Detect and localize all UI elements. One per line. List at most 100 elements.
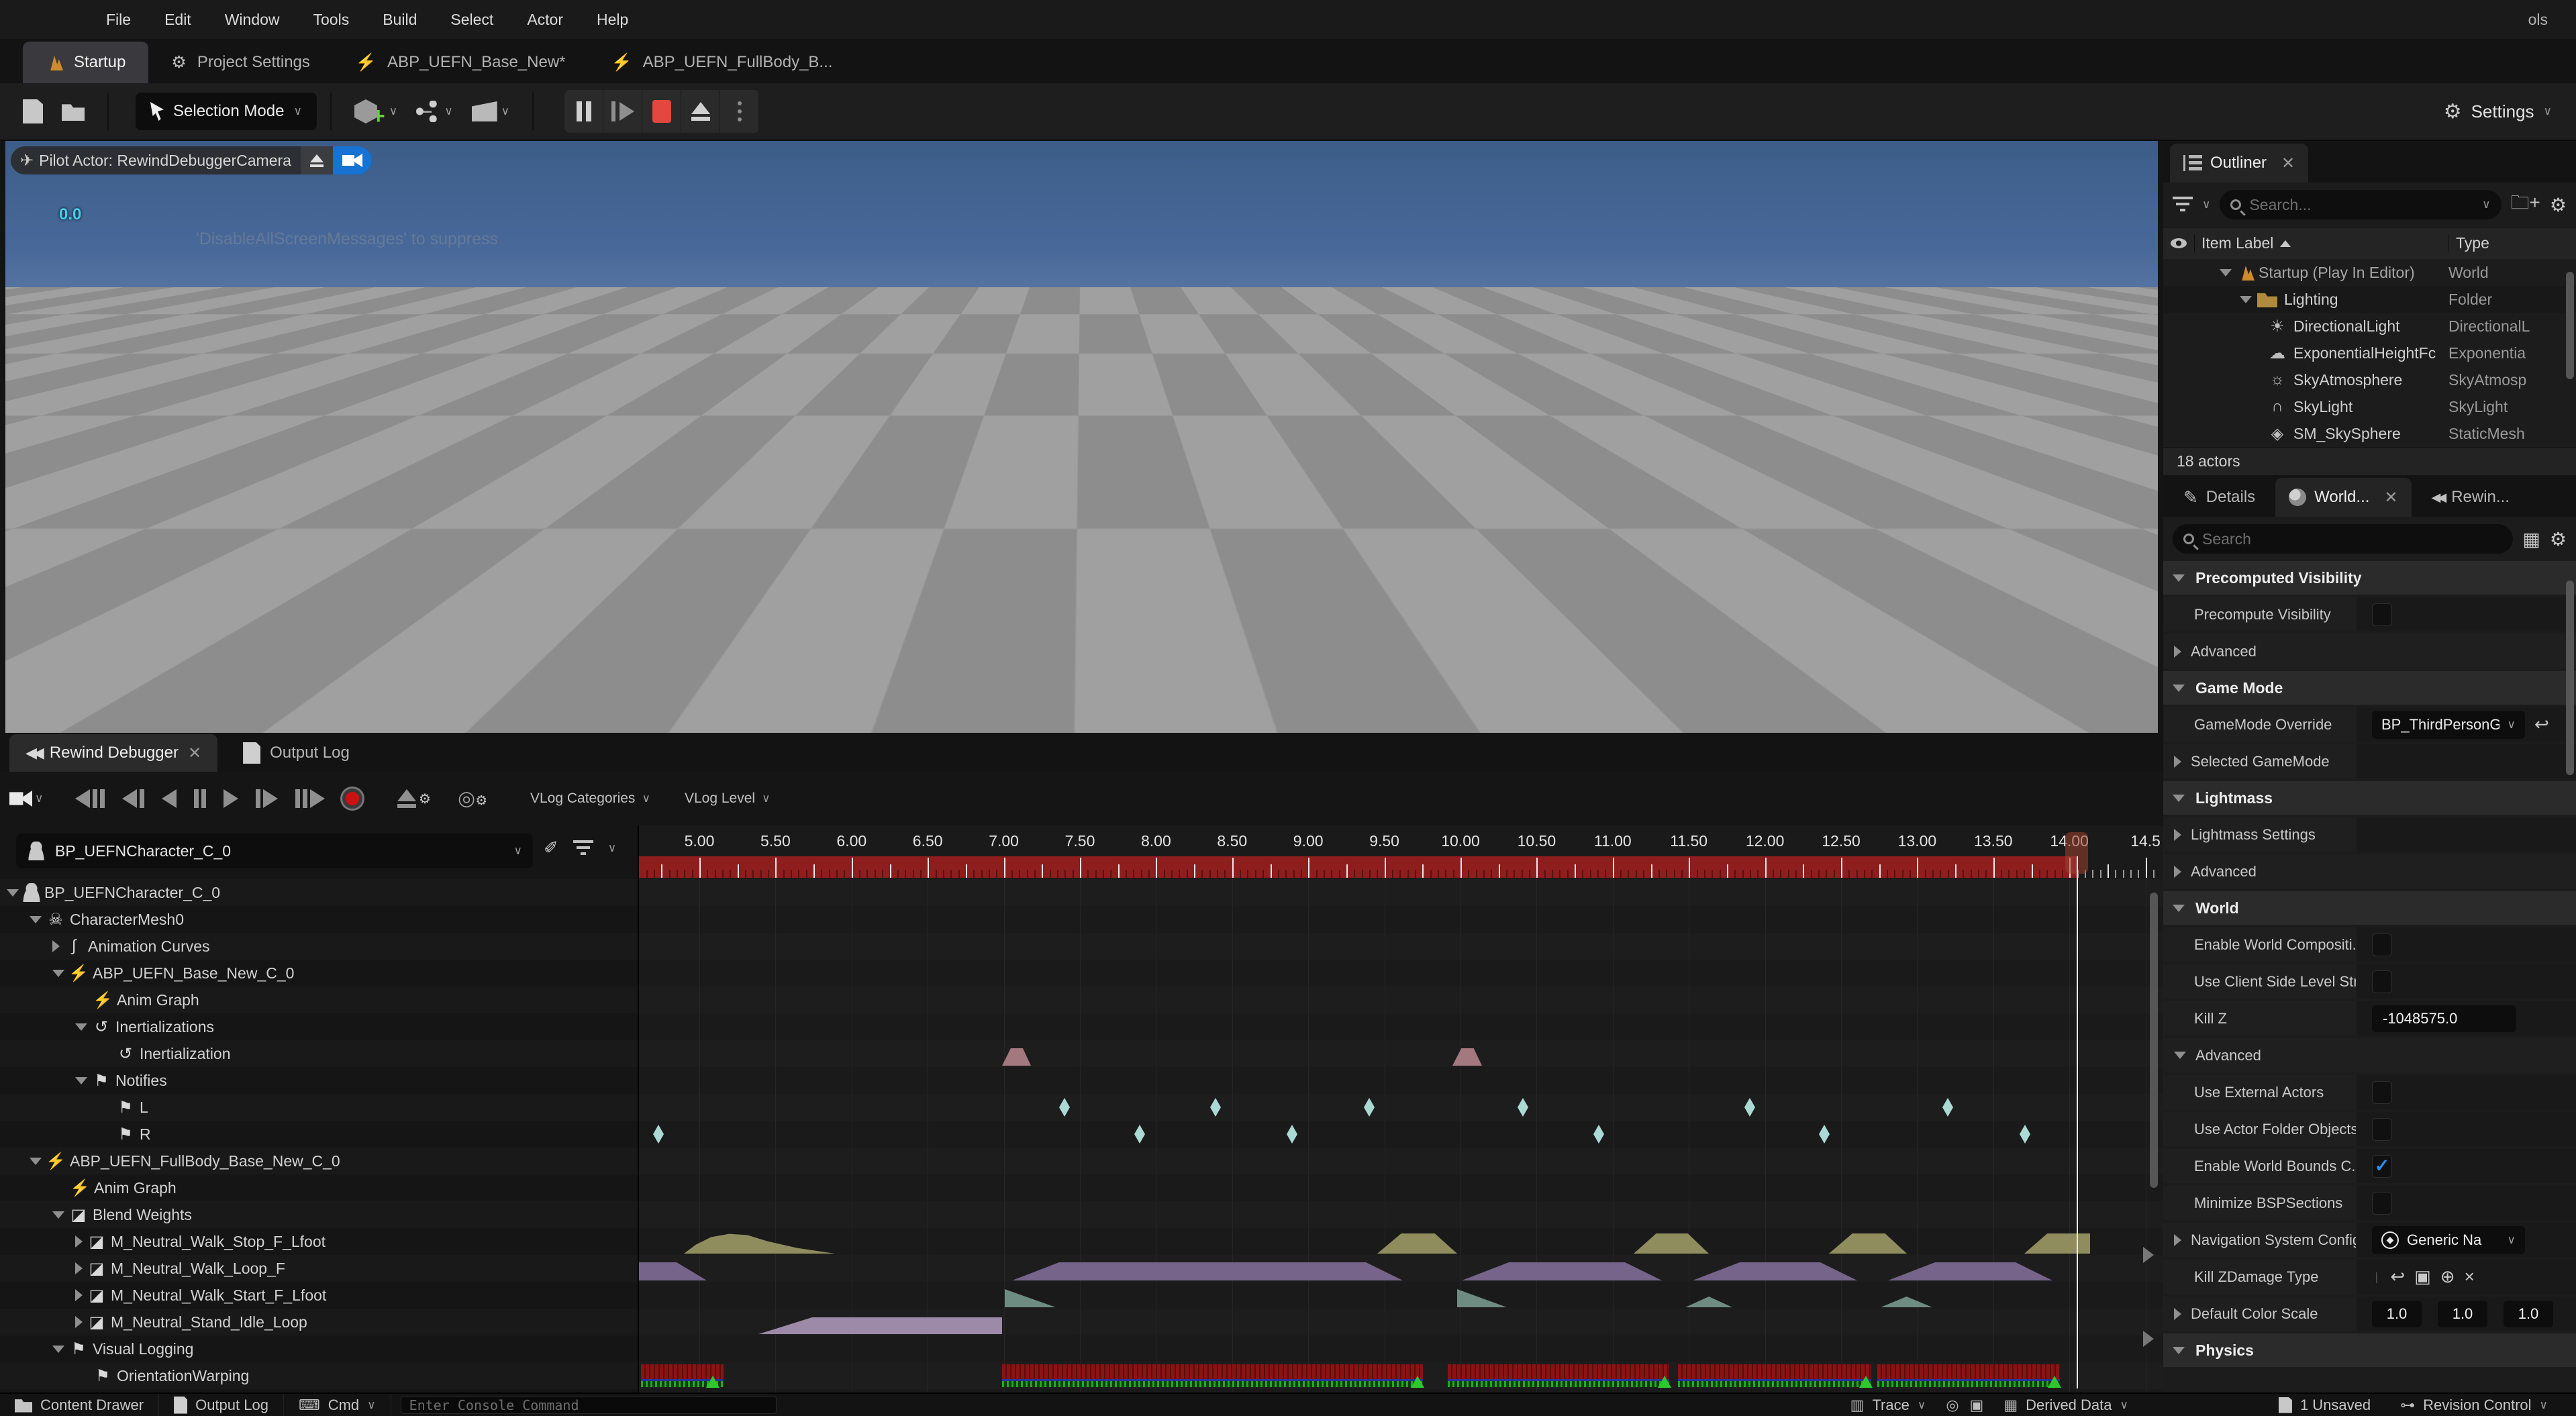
section-lightmass[interactable]: Lightmass: [2163, 781, 2576, 815]
playhead-line[interactable]: [2077, 856, 2078, 1388]
console-command-box[interactable]: [401, 1396, 777, 1414]
tree-row-m-neutral-stand-idle-loop[interactable]: ◪M_Neutral_Stand_Idle_Loop: [0, 1309, 638, 1335]
derived-data-dropdown[interactable]: ▦ Derived Data∨: [1989, 1394, 2143, 1416]
save-button[interactable]: [23, 99, 43, 123]
tab-output-log[interactable]: Output Log: [227, 734, 366, 772]
details-settings-icon[interactable]: ⚙: [2550, 528, 2567, 550]
step-back-button[interactable]: [122, 789, 144, 808]
row-use-client-side-level-str-[interactable]: Use Client Side Level Str...: [2163, 964, 2576, 999]
settings-dropdown[interactable]: ⚙ Settings ∨: [2444, 100, 2552, 123]
tree-row-r[interactable]: ⚑R: [0, 1121, 638, 1148]
camera-view-toggle[interactable]: [333, 146, 372, 174]
color-scale-value-1[interactable]: 1.0: [2438, 1301, 2487, 1327]
tab-world[interactable]: World...✕: [2275, 478, 2411, 517]
outliner-settings-icon[interactable]: ⚙: [2550, 194, 2567, 216]
unsaved-button[interactable]: 1 Unsaved: [2264, 1394, 2385, 1416]
expander-down-icon[interactable]: [2174, 1052, 2186, 1059]
console-command-input[interactable]: [409, 1397, 768, 1413]
tree-row-abp-uefn-base-new-c-0[interactable]: ⚡ABP_UEFN_Base_New_C_0: [0, 960, 638, 987]
color-scale-value-2[interactable]: 1.0: [2504, 1301, 2553, 1327]
filter-icon[interactable]: [2173, 197, 2193, 213]
expander-right-icon[interactable]: [2174, 1308, 2181, 1320]
row-kill-zdamage-type[interactable]: Kill ZDamage Type❘↩▣⊕×: [2163, 1260, 2576, 1294]
pause-button[interactable]: [194, 789, 206, 808]
expander-right-icon[interactable]: [2174, 646, 2181, 658]
tree-row-bp-uefncharacter-c-0[interactable]: BP_UEFNCharacter_C_0: [0, 879, 638, 906]
tree-row-blend-weights[interactable]: ◪Blend Weights: [0, 1201, 638, 1228]
menu-item-window[interactable]: Window: [211, 7, 293, 33]
value-dropdown[interactable]: BP_ThirdPersonGa∨: [2372, 711, 2525, 739]
insights-icon[interactable]: ◎: [1940, 1394, 1964, 1416]
expander-down-icon[interactable]: [75, 1077, 87, 1084]
value-input[interactable]: -1048575.0: [2372, 1005, 2516, 1032]
blueprints-button[interactable]: ∨: [416, 101, 452, 122]
track-expand-arrow[interactable]: [2143, 1331, 2154, 1347]
close-icon[interactable]: ✕: [2384, 488, 2397, 507]
color-scale-value-0[interactable]: 1.0: [2372, 1301, 2422, 1327]
track-expand-arrow[interactable]: [2143, 1247, 2154, 1263]
expander-down-icon[interactable]: [2220, 269, 2232, 276]
skip-to-end-button[interactable]: [295, 789, 325, 808]
expander-down-icon[interactable]: [7, 889, 19, 897]
clear-icon[interactable]: ×: [2465, 1266, 2475, 1287]
walk-loop-weights-shape[interactable]: [1012, 1262, 1403, 1280]
row-advanced[interactable]: Advanced: [2163, 1038, 2576, 1072]
expander-right-icon[interactable]: [2174, 1234, 2181, 1246]
row-advanced[interactable]: Advanced: [2163, 634, 2576, 668]
tab-rewind-debugger[interactable]: ◀◀ Rewind Debugger ✕: [9, 734, 217, 772]
tree-row-animation-curves[interactable]: ∫Animation Curves: [0, 933, 638, 960]
rewind-timeline[interactable]: 5.005.506.006.507.007.508.008.509.009.50…: [639, 825, 2163, 1393]
menu-item-file[interactable]: File: [93, 7, 144, 33]
target-settings-icon[interactable]: ◎⚙: [458, 787, 487, 811]
checkbox-checked[interactable]: [2372, 1155, 2392, 1178]
row-enable-world-compositi-[interactable]: Enable World Compositi...: [2163, 927, 2576, 962]
checkbox[interactable]: [2372, 1192, 2392, 1215]
row-gamemode-override[interactable]: GameMode OverrideBP_ThirdPersonGa∨↩: [2163, 707, 2576, 742]
editor-tab-abp-uefn-fullbody-b-[interactable]: ⚡ABP_UEFN_FullBody_B...: [589, 42, 856, 83]
expander-down-icon[interactable]: [2173, 1347, 2185, 1354]
skip-to-start-button[interactable]: [75, 789, 105, 808]
expander-right-icon[interactable]: [2174, 866, 2181, 878]
add-icon[interactable]: ⊕: [2440, 1266, 2455, 1287]
menu-item-edit[interactable]: Edit: [151, 7, 205, 33]
cinematics-button[interactable]: ∨: [472, 101, 509, 121]
outliner-row[interactable]: ☁ExponentialHeightFcExponentia: [2163, 340, 2576, 366]
orientation-warping-vlog-segment[interactable]: [1678, 1364, 1871, 1387]
tree-row-charactermesh0[interactable]: ☠CharacterMesh0: [0, 906, 638, 933]
section-game-mode[interactable]: Game Mode: [2163, 671, 2576, 705]
editor-tab-startup[interactable]: Startup: [23, 42, 148, 83]
screenshot-icon[interactable]: ▣: [1965, 1394, 1989, 1416]
outliner-search[interactable]: ∨: [2220, 190, 2501, 219]
checkbox[interactable]: [2372, 1081, 2392, 1104]
row-lightmass-settings[interactable]: Lightmass Settings: [2163, 817, 2576, 852]
expander-down-icon[interactable]: [52, 1346, 64, 1353]
editor-tab-project-settings[interactable]: ⚙Project Settings: [148, 42, 333, 83]
tree-row-anim-graph[interactable]: ⚡Anim Graph: [0, 1174, 638, 1201]
tab-rewin[interactable]: ◀◀Rewin...: [2418, 478, 2523, 517]
stop-piloting-button[interactable]: [301, 146, 333, 174]
eyedropper-icon[interactable]: ✐: [544, 838, 558, 858]
revision-control-dropdown[interactable]: ⊶ Revision Control∨: [2385, 1394, 2563, 1416]
checkbox[interactable]: [2372, 970, 2392, 993]
output-log-button[interactable]: Output Log: [159, 1394, 284, 1416]
details-scrollbar[interactable]: [2566, 580, 2574, 775]
tree-row-notifies[interactable]: ⚑Notifies: [0, 1067, 638, 1094]
expander-right-icon[interactable]: [75, 1316, 83, 1328]
menu-item-actor[interactable]: Actor: [513, 7, 577, 33]
expander-right-icon[interactable]: [52, 940, 60, 952]
expander-down-icon[interactable]: [52, 970, 64, 977]
close-icon[interactable]: ✕: [2281, 154, 2295, 173]
browse-content-button[interactable]: [62, 102, 85, 121]
details-search-input[interactable]: [2202, 530, 2502, 548]
row-use-external-actors[interactable]: Use External Actors: [2163, 1075, 2576, 1109]
checkbox[interactable]: [2372, 603, 2392, 626]
outliner-row[interactable]: LightingFolder: [2163, 286, 2576, 313]
timeline-scrollbar[interactable]: [2150, 893, 2158, 1188]
column-item-label[interactable]: Item Label: [2194, 234, 2448, 252]
outliner-row[interactable]: ☀DirectionalLightDirectionalL: [2163, 313, 2576, 340]
row-enable-world-bounds-c-[interactable]: Enable World Bounds C...: [2163, 1149, 2576, 1183]
outliner-search-input[interactable]: [2249, 196, 2474, 214]
tree-row-inertializations[interactable]: ↺Inertializations: [0, 1013, 638, 1040]
cmd-dropdown[interactable]: ⌨ Cmd∨: [284, 1394, 391, 1416]
expander-down-icon[interactable]: [2173, 574, 2185, 582]
